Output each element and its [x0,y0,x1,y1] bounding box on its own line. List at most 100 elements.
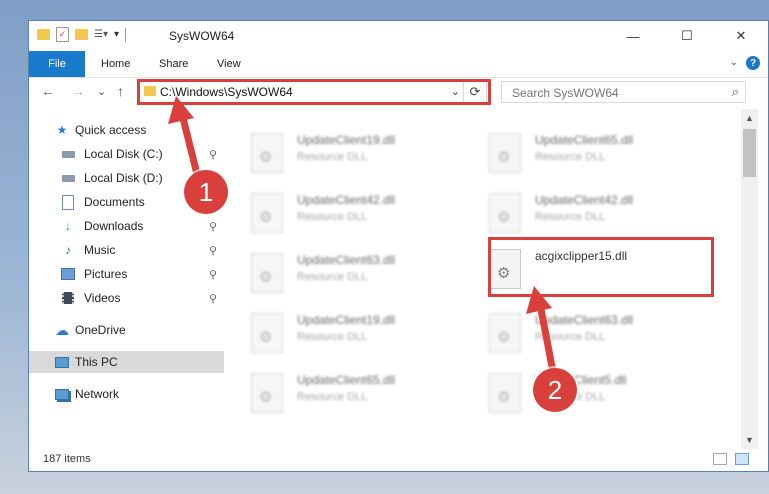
network-icon [55,387,69,401]
file-item[interactable]: ⚙ UpdateClient19.dll Resource DLL [229,307,449,359]
customize-toolbar-icon[interactable]: ☰▾ [94,29,108,40]
star-icon: ★ [56,123,68,137]
sidebar-item-label: Music [84,243,116,257]
search-box[interactable]: ⌕ [501,81,746,103]
file-item[interactable]: ⚙ UpdateClient5.dll Resource DLL [467,367,687,419]
minimize-button[interactable]: — [610,21,656,51]
file-type: Resource DLL [297,211,368,223]
cloud-icon: ☁ [55,321,69,338]
details-view-icon[interactable] [713,453,727,465]
file-name: UpdateClient63.dll [535,313,634,327]
properties-icon[interactable]: ✓ [56,27,69,42]
dll-file-icon: ⚙ [251,133,283,173]
help-icon[interactable]: ? [746,56,760,70]
sidebar-item-network[interactable]: Network [29,383,224,405]
computer-icon [55,355,69,369]
recent-locations-button[interactable]: ⌄ [97,85,106,98]
sidebar-item-local-disk-c[interactable]: Local Disk (C:) ⚲ [29,143,224,165]
tab-file[interactable]: File [29,51,85,77]
tab-home[interactable]: Home [101,51,130,77]
large-icons-view-icon[interactable] [735,453,749,465]
file-name: UpdateClient42.dll [297,193,396,207]
quick-access-toolbar: ✓ ☰▾ ▾ [37,27,127,42]
close-button[interactable]: ✕ [718,21,764,51]
sidebar-item-label: Local Disk (D:) [84,171,163,185]
pin-icon[interactable]: ⚲ [209,148,217,161]
pin-icon[interactable]: ⚲ [209,292,217,305]
sidebar-item-onedrive[interactable]: ☁ OneDrive [29,319,224,341]
pin-icon[interactable]: ⚲ [209,220,217,233]
dll-file-icon: ⚙ [251,313,283,353]
navigation-bar: ← → ⌄ ↑ C:\Windows\SysWOW64 ⌄ ⟳ ⌕ [29,77,768,109]
sidebar-item-label: Videos [84,291,121,305]
sidebar-item-downloads[interactable]: ↓ Downloads ⚲ [29,215,224,237]
tab-view[interactable]: View [217,51,241,77]
file-name: UpdateClient63.dll [297,253,396,267]
step-marker-1: 1 [184,170,228,214]
folder-icon [37,29,50,40]
file-name: UpdateClient19.dll [297,313,396,327]
pin-icon[interactable]: ⚲ [209,268,217,281]
sidebar-item-label: Local Disk (C:) [84,147,163,161]
pictures-icon [61,267,75,281]
item-count: 187 items [43,453,91,465]
title-bar: ✓ ☰▾ ▾ SysWOW64 — ☐ ✕ [29,21,768,51]
sidebar-item-pictures[interactable]: Pictures ⚲ [29,263,224,285]
file-highlight-box [488,237,714,297]
file-item[interactable]: ⚙ UpdateClient63.dll Resource DLL [229,247,449,299]
vertical-scrollbar[interactable]: ▲ ▼ [741,109,758,449]
file-type: Resource DLL [297,151,368,163]
dll-file-icon: ⚙ [489,133,521,173]
sidebar-item-label: This PC [75,355,118,369]
download-icon: ↓ [65,219,71,233]
search-icon[interactable]: ⌕ [732,84,739,100]
window-title: SysWOW64 [169,29,235,43]
sidebar-item-music[interactable]: ♪ Music ⚲ [29,239,224,261]
video-icon [61,291,75,305]
tab-share[interactable]: Share [159,51,188,77]
sidebar-item-label: Network [75,387,120,401]
new-folder-icon[interactable] [75,29,88,40]
file-item[interactable]: ⚙ UpdateClient19.dll Resource DLL [229,127,449,179]
step-marker-2: 2 [533,368,577,412]
file-type: Resource DLL [297,331,368,343]
document-icon [61,194,75,210]
up-button[interactable]: ↑ [117,83,124,99]
file-name: UpdateClient19.dll [297,133,396,147]
back-button[interactable]: ← [41,83,55,99]
file-name: UpdateClient65.dll [297,373,396,387]
expand-ribbon-icon[interactable]: ⌄ [730,57,738,68]
sidebar-item-quick-access[interactable]: ★ Quick access [29,119,224,141]
file-name: UpdateClient65.dll [535,133,634,147]
file-type: Resource DLL [297,391,368,403]
file-item[interactable]: ⚙ UpdateClient42.dll Resource DLL [229,187,449,239]
pin-icon[interactable]: ⚲ [209,244,217,257]
sidebar-item-label: Documents [84,195,145,209]
file-type: Resource DLL [535,331,606,343]
music-icon: ♪ [65,243,71,257]
sidebar-item-label: Downloads [84,219,144,233]
file-name: UpdateClient42.dll [535,193,634,207]
scroll-up-icon[interactable]: ▲ [745,113,754,123]
file-item[interactable]: ⚙ UpdateClient65.dll Resource DLL [467,127,687,179]
forward-button[interactable]: → [71,83,85,99]
search-input[interactable] [510,83,714,103]
file-item[interactable]: ⚙ UpdateClient42.dll Resource DLL [467,187,687,239]
dropdown-arrow-icon[interactable]: ▾ [114,29,119,40]
address-highlight-box [137,79,491,105]
dll-file-icon: ⚙ [489,313,521,353]
dll-file-icon: ⚙ [251,193,283,233]
drive-icon [61,147,75,161]
status-bar: 187 items [29,449,768,471]
file-type: Resource DLL [535,151,606,163]
file-item[interactable]: ⚙ UpdateClient63.dll Resource DLL [467,307,687,359]
dll-file-icon: ⚙ [251,253,283,293]
title-divider [125,27,127,42]
dll-file-icon: ⚙ [251,373,283,413]
scroll-thumb[interactable] [743,129,756,177]
sidebar-item-this-pc[interactable]: This PC [29,351,224,373]
sidebar-item-videos[interactable]: Videos ⚲ [29,287,224,309]
scroll-down-icon[interactable]: ▼ [745,435,754,445]
maximize-button[interactable]: ☐ [664,21,710,51]
file-item[interactable]: ⚙ UpdateClient65.dll Resource DLL [229,367,449,419]
